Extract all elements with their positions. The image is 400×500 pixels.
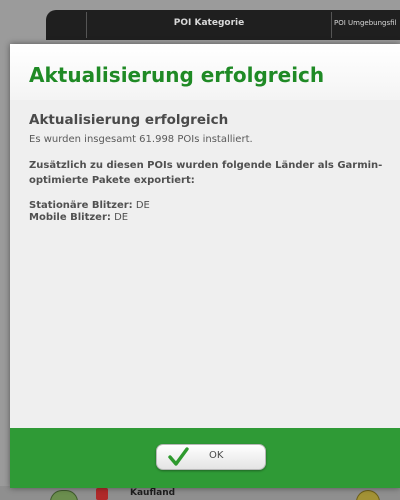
dialog-body: Aktualisierung erfolgreich Es wurden ins… [10,100,400,428]
tab-poi-surroundings[interactable]: POI Umgebungsfil [334,10,400,40]
stationary-speedcam-line: Stationäre Blitzer: DE [29,200,150,211]
stationary-speedcam-label: Stationäre Blitzer: [29,200,133,211]
ok-button-label: OK [209,450,224,461]
stationary-speedcam-value: DE [135,200,150,211]
tab-divider [86,12,87,38]
tab-poi-category[interactable]: POI Kategorie [88,10,330,40]
mobile-speedcam-line: Mobile Blitzer: DE [29,212,128,223]
body-heading: Aktualisierung erfolgreich [29,112,229,128]
dialog-header: Aktualisierung erfolgreich [10,44,400,100]
mobile-speedcam-value: DE [114,212,129,223]
dialog-footer: OK [10,428,400,488]
mobile-speedcam-label: Mobile Blitzer: [29,212,111,223]
kaufland-logo-icon [96,488,108,500]
ok-button[interactable]: OK [156,444,266,470]
dialog-title: Aktualisierung erfolgreich [29,63,325,87]
list-item-kaufland: Kaufland [130,488,176,498]
tab-divider [331,12,332,38]
checkmark-icon [168,447,189,466]
export-note-text: Zusätzlich zu diesen POIs wurden folgend… [29,160,383,186]
update-success-dialog: Aktualisierung erfolgreich Aktualisierun… [10,44,400,488]
screen: POI Kategorie POI Umgebungsfil Kaufland … [0,0,400,500]
background-tab-bar: POI Kategorie POI Umgebungsfil [46,10,400,40]
install-summary-text: Es wurden insgesamt 61.998 POIs installi… [29,134,253,145]
